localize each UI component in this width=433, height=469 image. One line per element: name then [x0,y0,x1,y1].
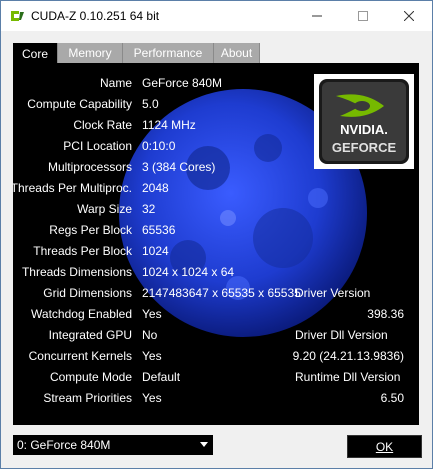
row-label: Clock Rate [73,118,132,132]
row-concurrent-kernels: Concurrent Kernels Yes 9.20 (24.21.13.98… [13,346,419,366]
minimize-button[interactable] [294,1,340,31]
row-value: GeForce 840M [142,76,223,90]
title-bar[interactable]: CUDA-Z 0.10.251 64 bit [1,1,432,31]
driver-version-label: Driver Version [295,286,371,300]
row-value: 1124 MHz [142,118,196,132]
row-label: Regs Per Block [49,223,132,237]
device-select[interactable]: 0: GeForce 840M [13,435,213,455]
tab-core[interactable]: Core [13,43,58,64]
row-watchdog-enabled: Watchdog Enabled Yes 398.36 [13,304,419,324]
maximize-icon [358,11,368,21]
row-stream-priorities: Stream Priorities Yes 6.50 [13,388,419,408]
row-value: 0:10:0 [142,139,176,153]
row-compute-mode: Compute Mode Default Runtime Dll Version [13,367,419,387]
row-value: 5.0 [142,97,159,111]
row-label: Concurrent Kernels [28,349,132,363]
row-label: Compute Capability [27,97,132,111]
row-label: Stream Priorities [43,391,132,405]
row-label: Name [99,76,132,90]
row-value: Yes [142,391,162,405]
row-label: Grid Dimensions [43,286,132,300]
row-multiprocessors: Multiprocessors 3 (384 Cores) [13,157,419,177]
row-value: 32 [142,202,156,216]
device-select-value: 0: GeForce 840M [17,438,111,452]
row-label: PCI Location [63,139,132,153]
tab-performance[interactable]: Performance [123,43,214,63]
driver-dll-version-value: 9.20 (24.21.13.9836) [292,349,404,363]
minimize-icon [312,15,322,17]
row-grid-dimensions: Grid Dimensions 2147483647 x 65535 x 655… [13,283,419,303]
row-value: Yes [142,349,162,363]
row-value: No [142,328,158,342]
row-threads-dimensions: Threads Dimensions 1024 x 1024 x 64 [13,262,419,282]
row-threads-per-multiproc: Threads Per Multiproc. 2048 [13,178,419,198]
core-panel: NVIDIA. GEFORCE Name GeForce 840M Comput… [13,63,419,425]
row-label: Threads Per Multiproc. [13,181,132,195]
app-window: CUDA-Z 0.10.251 64 bit Core Memory Perfo… [0,0,433,469]
row-label: Multiprocessors [47,160,132,174]
row-label: Watchdog Enabled [31,307,132,321]
tab-memory[interactable]: Memory [58,43,123,63]
row-label: Compute Mode [49,370,132,384]
row-value: Yes [142,307,162,321]
row-label: Warp Size [77,202,132,216]
close-button[interactable] [386,1,432,31]
row-value: 1024 x 1024 x 64 [142,265,235,279]
ok-button[interactable]: OK [347,435,422,458]
cuda-z-icon [9,9,25,23]
row-label: Threads Dimensions [21,265,132,279]
driver-dll-version-label: Driver Dll Version [295,328,388,342]
row-value: 3 (384 Cores) [142,160,216,174]
row-clock-rate: Clock Rate 1124 MHz [13,115,419,135]
row-regs-per-block: Regs Per Block 65536 [13,220,419,240]
row-value: 2147483647 x 65535 x 65535 [142,286,301,300]
runtime-dll-version-label: Runtime Dll Version [295,370,401,384]
row-name: Name GeForce 840M [13,73,419,93]
window-title: CUDA-Z 0.10.251 64 bit [31,9,160,23]
row-label: Integrated GPU [48,328,132,342]
driver-version-value: 398.36 [367,307,404,321]
row-integrated-gpu: Integrated GPU No Driver Dll Version [13,325,419,345]
row-warp-size: Warp Size 32 [13,199,419,219]
row-value: 2048 [142,181,169,195]
row-value: 65536 [142,223,176,237]
row-label: Threads Per Block [33,244,132,258]
row-value: Default [142,370,181,384]
row-threads-per-block: Threads Per Block 1024 [13,241,419,261]
row-pci-location: PCI Location 0:10:0 [13,136,419,156]
row-compute-capability: Compute Capability 5.0 [13,94,419,114]
row-value: 1024 [142,244,169,258]
close-icon [404,11,414,21]
chevron-down-icon[interactable] [200,442,208,447]
maximize-button[interactable] [340,1,386,31]
runtime-dll-version-value: 6.50 [380,391,404,405]
tab-about[interactable]: About [214,43,260,63]
